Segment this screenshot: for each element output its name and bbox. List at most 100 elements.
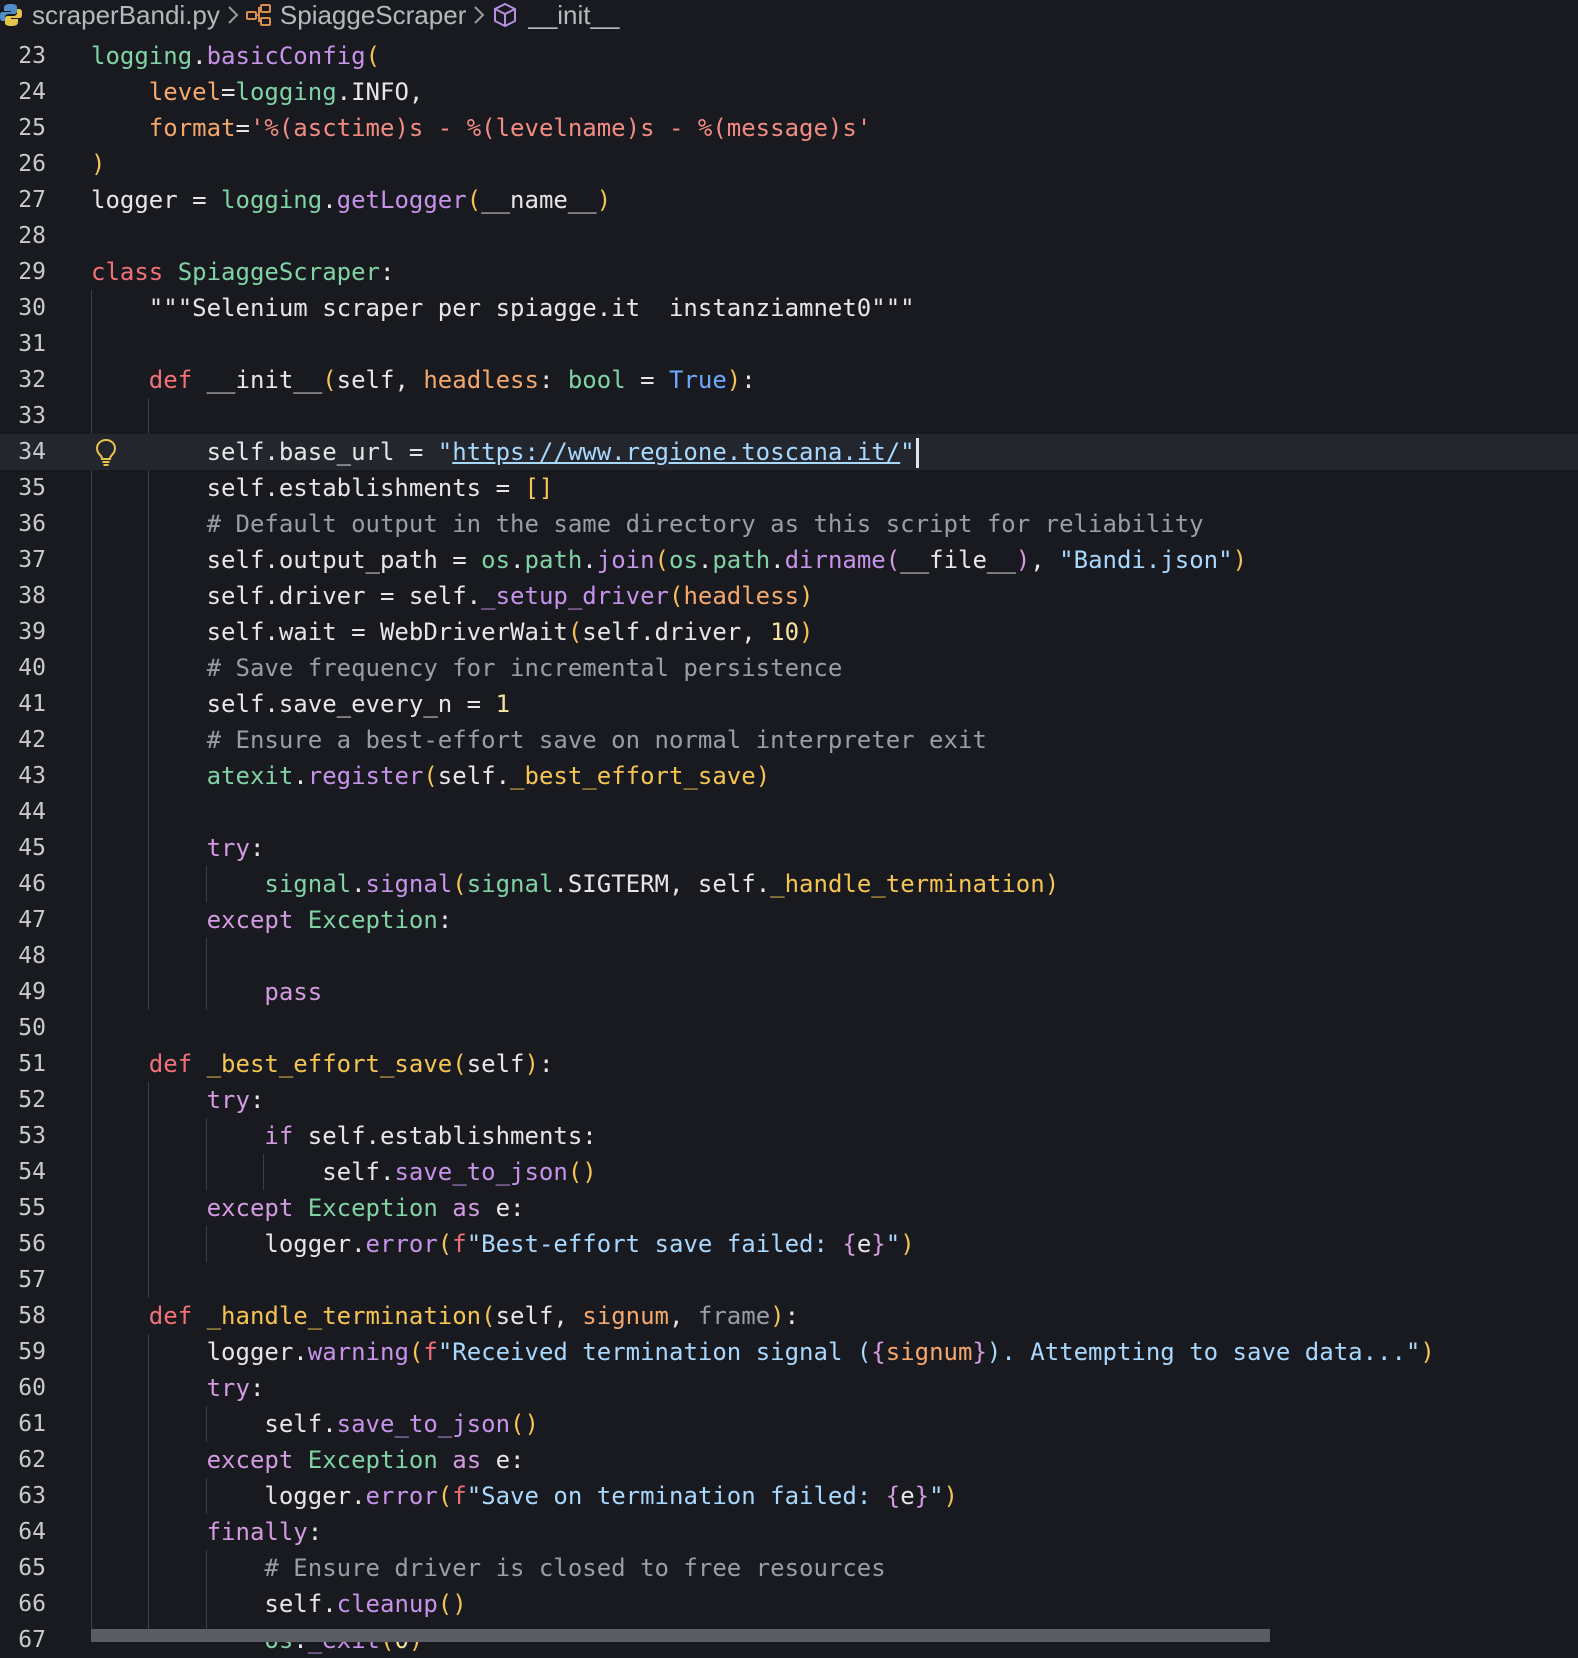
code-line[interactable]: 29 class SpiaggeScraper: (0, 254, 1578, 290)
code-token: ( (423, 762, 438, 790)
code-line[interactable]: 30 """Selenium scraper per spiagge.it in… (0, 290, 1578, 326)
code-line[interactable]: 23 logging.basicConfig( (0, 38, 1578, 74)
breadcrumb-class[interactable]: SpiaggeScraper (245, 0, 466, 31)
code-line[interactable]: 45 try: (0, 830, 1578, 866)
code-line[interactable]: 64 finally: (0, 1514, 1578, 1550)
code-token: try (206, 834, 250, 862)
code-token: . (697, 546, 713, 574)
code-line[interactable]: 52 try: (0, 1082, 1578, 1118)
code-line[interactable]: 49 pass (0, 974, 1578, 1010)
code-line[interactable]: 24 level=logging.INFO, (0, 74, 1578, 110)
code-token: : (249, 1374, 265, 1402)
code-line[interactable]: 27 logger = logging.getLogger(__name__) (0, 182, 1578, 218)
code-line[interactable]: 62 except Exception as e: (0, 1442, 1578, 1478)
code-token: . (192, 42, 207, 70)
code-line[interactable]: 57 (0, 1262, 1578, 1298)
code-token: ( (452, 1050, 467, 1078)
code-token: : (249, 834, 265, 862)
code-line[interactable]: 61 self.save_to_json() (0, 1406, 1578, 1442)
code-editor[interactable]: 23 logging.basicConfig(24 level=logging.I… (0, 38, 1578, 1654)
code-token: headless (423, 366, 539, 394)
code-line[interactable]: 34 self.base_url = "https://www.regione.… (0, 434, 1578, 470)
code-line[interactable]: 66 self.cleanup() (0, 1586, 1578, 1622)
code-token: logging (91, 42, 193, 70)
code-token: () (437, 1590, 467, 1618)
code-token: : (538, 366, 568, 394)
code-line[interactable]: 55 except Exception as e: (0, 1190, 1578, 1226)
code-token: " (437, 438, 453, 466)
text-cursor (915, 438, 919, 468)
code-line[interactable]: 26) (0, 146, 1578, 182)
code-text: finally: (91, 1514, 323, 1550)
code-line[interactable]: 56 logger.error(f"Best-effort save faile… (0, 1226, 1578, 1262)
code-line[interactable]: 46 signal.signal(signal.SIGTERM, self._h… (0, 866, 1578, 902)
code-line[interactable]: 54 self.save_to_json() (0, 1154, 1578, 1190)
code-token: : (538, 1050, 554, 1078)
code-line[interactable]: 28 (0, 218, 1578, 254)
code-token: ) (726, 366, 742, 394)
code-line[interactable]: 32 def __init__(self, headless: bool = T… (0, 362, 1578, 398)
line-number: 33 (18, 403, 46, 429)
method-cube-icon (492, 2, 518, 28)
code-token: ) (799, 618, 814, 646)
code-line[interactable]: 51 def _best_effort_save(self): (0, 1046, 1578, 1082)
code-line[interactable]: 35 self.establishments = [] (0, 470, 1578, 506)
code-line[interactable]: 42 # Ensure a best-effort save on normal… (0, 722, 1578, 758)
code-token: logging (235, 78, 337, 106)
code-line[interactable]: 43 atexit.register(self._best_effort_sav… (0, 758, 1578, 794)
code-line[interactable]: 50 (0, 1010, 1578, 1046)
code-token: path (524, 546, 583, 574)
code-token: self.save_every_n = (91, 690, 496, 718)
code-token: pass (264, 978, 323, 1006)
code-text: logging.basicConfig( (91, 38, 380, 74)
code-line[interactable]: 38 self.driver = self._setup_driver(head… (0, 578, 1578, 614)
code-line[interactable]: 36 # Default output in the same director… (0, 506, 1578, 542)
code-line[interactable]: 41 self.save_every_n = 1 (0, 686, 1578, 722)
code-token: _handle_termination (206, 1302, 482, 1330)
line-number: 46 (18, 871, 46, 897)
code-token: e (856, 1230, 872, 1258)
code-line[interactable]: 33 (0, 398, 1578, 434)
code-line[interactable]: 60 try: (0, 1370, 1578, 1406)
breadcrumb-file[interactable]: scraperBandi.py (0, 0, 220, 31)
code-line[interactable]: 48 (0, 938, 1578, 974)
code-text: logger.error(f"Save on termination faile… (91, 1478, 958, 1514)
code-token: . (582, 546, 597, 574)
code-line[interactable]: 25 format='%(asctime)s - %(levelname)s -… (0, 110, 1578, 146)
code-token: self.base_url = (91, 438, 438, 466)
code-line[interactable]: 53 if self.establishments: (0, 1118, 1578, 1154)
code-text: try: (91, 830, 265, 866)
code-token: : (249, 1086, 265, 1114)
code-line[interactable]: 40 # Save frequency for incremental pers… (0, 650, 1578, 686)
code-token: signum (582, 1302, 669, 1330)
code-line[interactable]: 65 # Ensure driver is closed to free res… (0, 1550, 1578, 1586)
code-line[interactable]: 44 (0, 794, 1578, 830)
code-line[interactable]: 39 self.wait = WebDriverWait(self.driver… (0, 614, 1578, 650)
line-number: 37 (18, 547, 46, 573)
code-line[interactable]: 63 logger.error(f"Save on termination fa… (0, 1478, 1578, 1514)
breadcrumb-method[interactable]: __init__ (492, 0, 619, 31)
code-token: " (929, 1482, 944, 1510)
code-token: ( (668, 582, 684, 610)
line-number: 25 (18, 115, 46, 141)
code-token: "Best-effort save failed: (466, 1230, 843, 1258)
line-number: 39 (18, 619, 46, 645)
code-line[interactable]: 37 self.output_path = os.path.join(os.pa… (0, 542, 1578, 578)
code-token: { (871, 1338, 886, 1366)
code-token: logger. (91, 1338, 308, 1366)
code-token: ( (481, 1302, 496, 1330)
code-text: logger = logging.getLogger(__name__) (91, 182, 611, 218)
code-token: frame (697, 1302, 771, 1330)
code-line[interactable]: 31 (0, 326, 1578, 362)
code-token: """Selenium scraper per spiagge.it insta… (148, 294, 915, 322)
line-number: 47 (18, 907, 46, 933)
code-line[interactable]: 59 logger.warning(f"Received termination… (0, 1334, 1578, 1370)
line-number: 45 (18, 835, 46, 861)
code-line[interactable]: 58 def _handle_termination(self, signum,… (0, 1298, 1578, 1334)
line-number: 30 (18, 295, 46, 321)
code-line[interactable]: 47 except Exception: (0, 902, 1578, 938)
horizontal-scrollbar[interactable] (91, 1629, 1270, 1642)
